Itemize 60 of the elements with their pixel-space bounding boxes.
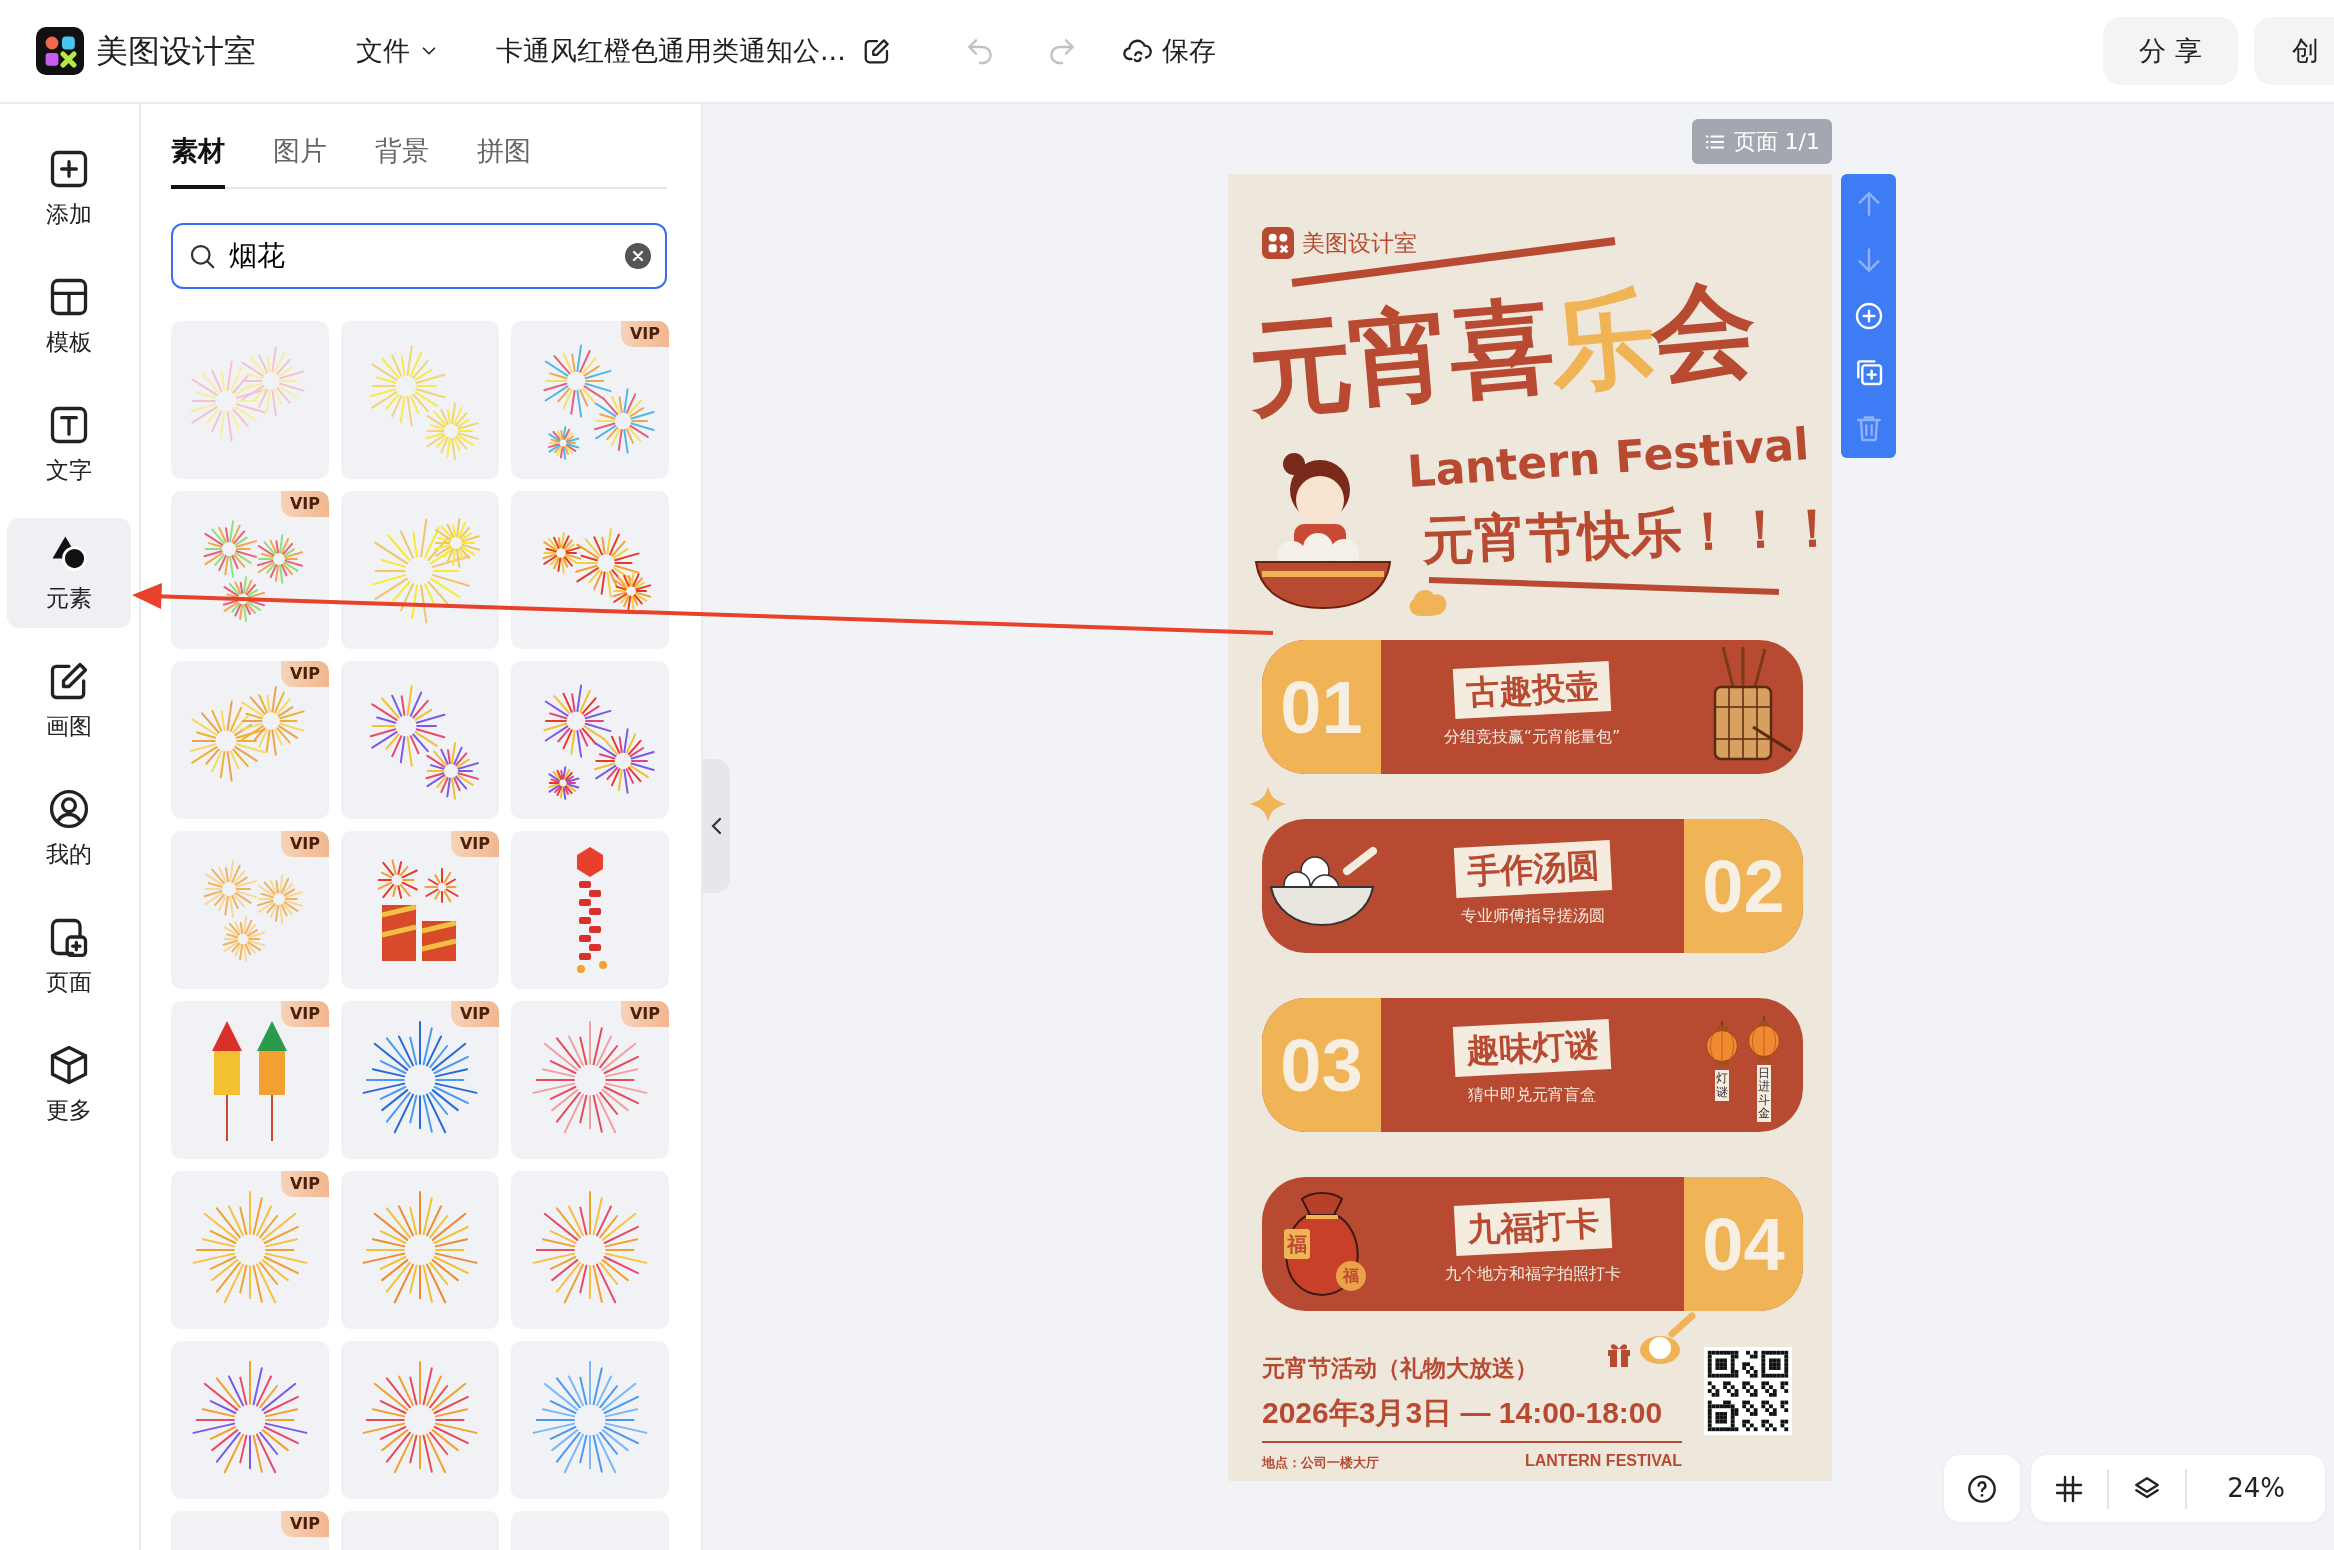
save-button[interactable]: 保存 (1121, 30, 1216, 72)
document-title[interactable]: 卡通风红橙色通用类通知公... (496, 30, 846, 72)
vip-badge: VIP (280, 831, 329, 857)
element-thumbnail[interactable]: VIP (171, 661, 329, 819)
element-thumbnail[interactable]: VIP (171, 1171, 329, 1329)
activity-number: 01 (1262, 640, 1381, 774)
activity-title: 九福打卡 (1453, 1198, 1613, 1256)
element-thumbnail[interactable]: VIP (341, 831, 499, 989)
rail-item[interactable]: 模板 (7, 262, 131, 372)
panel-tab[interactable]: 素材 (171, 130, 225, 189)
vip-badge: VIP (280, 1511, 329, 1537)
panel-tab[interactable]: 图片 (273, 130, 327, 189)
lantern-tag: 日进斗金 (1757, 1065, 1771, 1122)
file-menu[interactable]: 文件 (356, 30, 440, 72)
activity-number: 04 (1684, 1177, 1803, 1311)
activity-description: 分组竞技赢“元宵能量包” (1443, 725, 1621, 748)
element-thumbnail[interactable]: VIP (171, 831, 329, 989)
rail-item[interactable]: 更多 (7, 1030, 131, 1140)
panel-tab[interactable]: 拼图 (477, 130, 531, 189)
activity-description: 九个地方和福字拍照打卡 (1445, 1262, 1621, 1285)
share-button[interactable]: 分 享 (2103, 17, 2238, 85)
activity-number: 03 (1262, 998, 1381, 1132)
rail-item[interactable]: 画图 (7, 646, 131, 756)
vip-badge: VIP (280, 1171, 329, 1197)
element-thumbnail[interactable]: VIP (171, 491, 329, 649)
lantern-tag: 灯谜 (1715, 1070, 1729, 1101)
event-heading: 元宵节活动（礼物大放送） (1262, 1354, 1538, 1383)
rail-item[interactable]: 页面 (7, 902, 131, 1012)
vip-badge: VIP (280, 661, 329, 687)
vip-badge: VIP (280, 491, 329, 517)
rail-item[interactable]: 我的 (7, 774, 131, 884)
activity-description: 专业师傅指导搓汤圆 (1461, 904, 1605, 927)
search-field[interactable]: 烟花 (171, 223, 667, 289)
element-thumbnail[interactable]: VIP (171, 1001, 329, 1159)
vip-badge: VIP (450, 1001, 499, 1027)
activity-title: 手作汤圆 (1453, 840, 1613, 898)
fu-coin: 福 (1336, 1261, 1366, 1291)
brand-name: 美图设计室 (96, 31, 256, 72)
rail-item[interactable]: 元素 (7, 518, 131, 628)
activity-description: 猜中即兑元宵盲盒 (1468, 1083, 1596, 1106)
vip-badge: VIP (280, 1001, 329, 1027)
panel-tab[interactable]: 背景 (375, 130, 429, 189)
element-thumbnail[interactable]: VIP (341, 1001, 499, 1159)
vip-badge: VIP (620, 1001, 669, 1027)
element-thumbnail[interactable]: VIP (511, 321, 669, 479)
vip-badge: VIP (620, 321, 669, 347)
activity-title: 古趣投壶 (1452, 661, 1612, 719)
vip-badge: VIP (450, 831, 499, 857)
poster-brand: 美图设计室 (1302, 229, 1417, 258)
activity-number: 02 (1684, 819, 1803, 953)
event-location: 地点：公司一楼大厅 (1262, 1454, 1379, 1472)
event-date-time: 2026年3月3日 — 14:00-18:00 (1262, 1394, 1664, 1431)
element-thumbnail[interactable]: VIP (511, 1001, 669, 1159)
element-thumbnail[interactable]: VIP (171, 1511, 329, 1550)
rail-item[interactable]: 添加 (7, 134, 131, 244)
rail-item[interactable]: 文字 (7, 390, 131, 500)
event-tagline: LANTERN FESTIVAL (1524, 1450, 1682, 1471)
fu-character: 福 (1284, 1229, 1310, 1259)
create-button[interactable]: 创 (2254, 17, 2334, 85)
activity-title: 趣味灯谜 (1452, 1019, 1612, 1077)
